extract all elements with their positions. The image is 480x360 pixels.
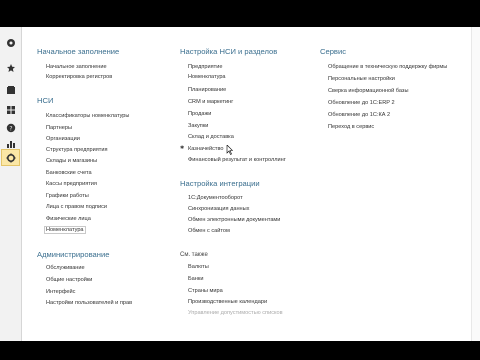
app-window: ? Начальное заполнение Начальное заполне…	[0, 27, 480, 341]
home-icon[interactable]	[4, 36, 17, 49]
link-treasury[interactable]: Казначейство	[188, 146, 223, 152]
link-doc-flow[interactable]: 1С:Документооборот	[188, 195, 243, 201]
link-individuals[interactable]: Физические лица	[46, 216, 91, 222]
link-signatories[interactable]: Лица с правом подписи	[46, 204, 107, 210]
link-bank-accounts[interactable]: Банковские счета	[46, 170, 92, 176]
link-edi[interactable]: Обмен электронными документами	[188, 217, 280, 223]
link-initial-fill[interactable]: Начальное заполнение	[46, 64, 107, 70]
link-purchases[interactable]: Закупки	[188, 123, 208, 129]
settings-panel: Начальное заполнение Начальное заполнени…	[21, 27, 472, 341]
link-work-schedules[interactable]: Графики работы	[46, 193, 89, 199]
grid-icon[interactable]	[4, 103, 17, 116]
svg-text:?: ?	[9, 125, 12, 132]
link-sales[interactable]: Продажи	[188, 111, 211, 117]
link-warehouse-delivery[interactable]: Склад и доставка	[188, 134, 234, 140]
mouse-cursor-icon	[226, 145, 233, 155]
gear-icon[interactable]	[1, 149, 20, 166]
documents-icon[interactable]	[4, 83, 17, 96]
section-title-nsi: НСИ	[37, 96, 54, 105]
sections-panel: ?	[0, 27, 22, 341]
link-general-settings[interactable]: Общие настройки	[46, 277, 92, 283]
link-update-erp[interactable]: Обновление до 1С:ERP 2	[328, 100, 395, 106]
section-title-service: Сервис	[320, 47, 347, 56]
link-settings-nomenclature[interactable]: Номенклатура	[188, 74, 226, 80]
link-user-settings[interactable]: Настройки пользователей и прав	[46, 300, 132, 306]
bullet-icon: ✱	[180, 145, 185, 151]
section-title-admin: Администрирование	[37, 250, 110, 259]
link-interface[interactable]: Интерфейс	[46, 289, 75, 295]
link-list-access[interactable]: Управление допустимостью списков	[188, 310, 283, 316]
link-personal-settings[interactable]: Персональные настройки	[328, 76, 395, 82]
link-countries[interactable]: Страны мира	[188, 288, 223, 294]
link-maintenance[interactable]: Обслуживание	[46, 265, 85, 271]
section-title-nsi-settings: Настройка НСИ и разделов	[180, 47, 278, 56]
section-title-integration: Настройка интеграции	[180, 179, 260, 188]
link-partners[interactable]: Партнеры	[46, 125, 72, 131]
link-support-request[interactable]: Обращение в техническую поддержку фирмы	[328, 64, 447, 70]
link-enterprise[interactable]: Предприятие	[188, 64, 222, 70]
section-title-initial: Начальное заполнение	[37, 47, 120, 56]
link-enterprise-structure[interactable]: Структура предприятия	[46, 147, 108, 153]
link-planning[interactable]: Планирование	[188, 87, 226, 93]
vertical-scrollbar[interactable]	[471, 27, 480, 341]
link-currencies[interactable]: Валюты	[188, 264, 209, 270]
link-financial-result[interactable]: Финансовый результат и контроллинг	[188, 157, 286, 163]
link-go-to-service[interactable]: Переход в сервис	[328, 124, 374, 130]
link-banks[interactable]: Банки	[188, 276, 203, 282]
link-organizations[interactable]: Организации	[46, 136, 80, 142]
link-warehouses[interactable]: Склады и магазины	[46, 158, 97, 164]
link-update-ka[interactable]: Обновление до 1С:КА 2	[328, 112, 390, 118]
link-cash-desks[interactable]: Кассы предприятия	[46, 181, 97, 187]
link-data-sync[interactable]: Синхронизация данных	[188, 206, 249, 212]
link-classifiers[interactable]: Классификаторы номенклатуры	[46, 113, 129, 119]
link-register-adjust[interactable]: Корректировка регистров	[46, 74, 112, 80]
favorite-icon[interactable]	[4, 61, 17, 74]
link-calendars[interactable]: Производственные календари	[188, 299, 267, 305]
link-website-exchange[interactable]: Обмен с сайтом	[188, 228, 230, 234]
link-nomenclature[interactable]: Номенклатура	[44, 226, 86, 234]
help-icon[interactable]: ?	[4, 121, 17, 134]
link-infobase-check[interactable]: Сверка информационной базы	[328, 88, 409, 94]
section-title-see-also: См. также	[180, 252, 208, 258]
link-crm[interactable]: CRM и маркетинг	[188, 99, 233, 105]
